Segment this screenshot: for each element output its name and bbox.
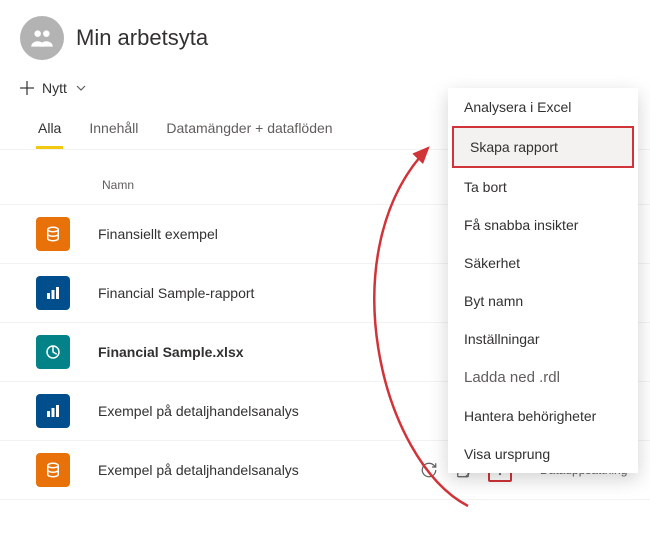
workspace-header: Min arbetsyta (0, 0, 650, 72)
workbook-icon (36, 335, 70, 369)
menu-settings[interactable]: Inställningar (448, 320, 638, 358)
menu-quick-insights[interactable]: Få snabba insikter (448, 206, 638, 244)
refresh-icon[interactable] (420, 461, 438, 479)
menu-view-lineage[interactable]: Visa ursprung (448, 435, 638, 473)
tab-all[interactable]: Alla (36, 112, 63, 149)
menu-manage-permissions[interactable]: Hantera behörigheter (448, 397, 638, 435)
dataset-icon (36, 217, 70, 251)
menu-create-report[interactable]: Skapa rapport (454, 128, 632, 166)
dataset-icon (36, 453, 70, 487)
chevron-down-icon (75, 82, 87, 94)
plus-icon (20, 81, 34, 95)
report-icon (36, 276, 70, 310)
menu-rename[interactable]: Byt namn (448, 282, 638, 320)
report-icon (36, 394, 70, 428)
tab-content[interactable]: Innehåll (87, 112, 140, 149)
menu-security[interactable]: Säkerhet (448, 244, 638, 282)
workspace-avatar (20, 16, 64, 60)
workspace-title: Min arbetsyta (76, 25, 208, 51)
new-label: Nytt (42, 80, 67, 96)
item-name: Exempel på detaljhandelsanalys (98, 462, 392, 478)
menu-download-rdl[interactable]: Ladda ned .rdl (448, 358, 638, 397)
people-icon (29, 25, 55, 51)
menu-delete[interactable]: Ta bort (448, 168, 638, 206)
tab-datasets[interactable]: Datamängder + dataflöden (164, 112, 334, 149)
new-button[interactable]: Nytt (20, 80, 87, 96)
context-menu: Analysera i Excel Skapa rapport Ta bort … (448, 88, 638, 473)
menu-analyze-excel[interactable]: Analysera i Excel (448, 88, 638, 126)
